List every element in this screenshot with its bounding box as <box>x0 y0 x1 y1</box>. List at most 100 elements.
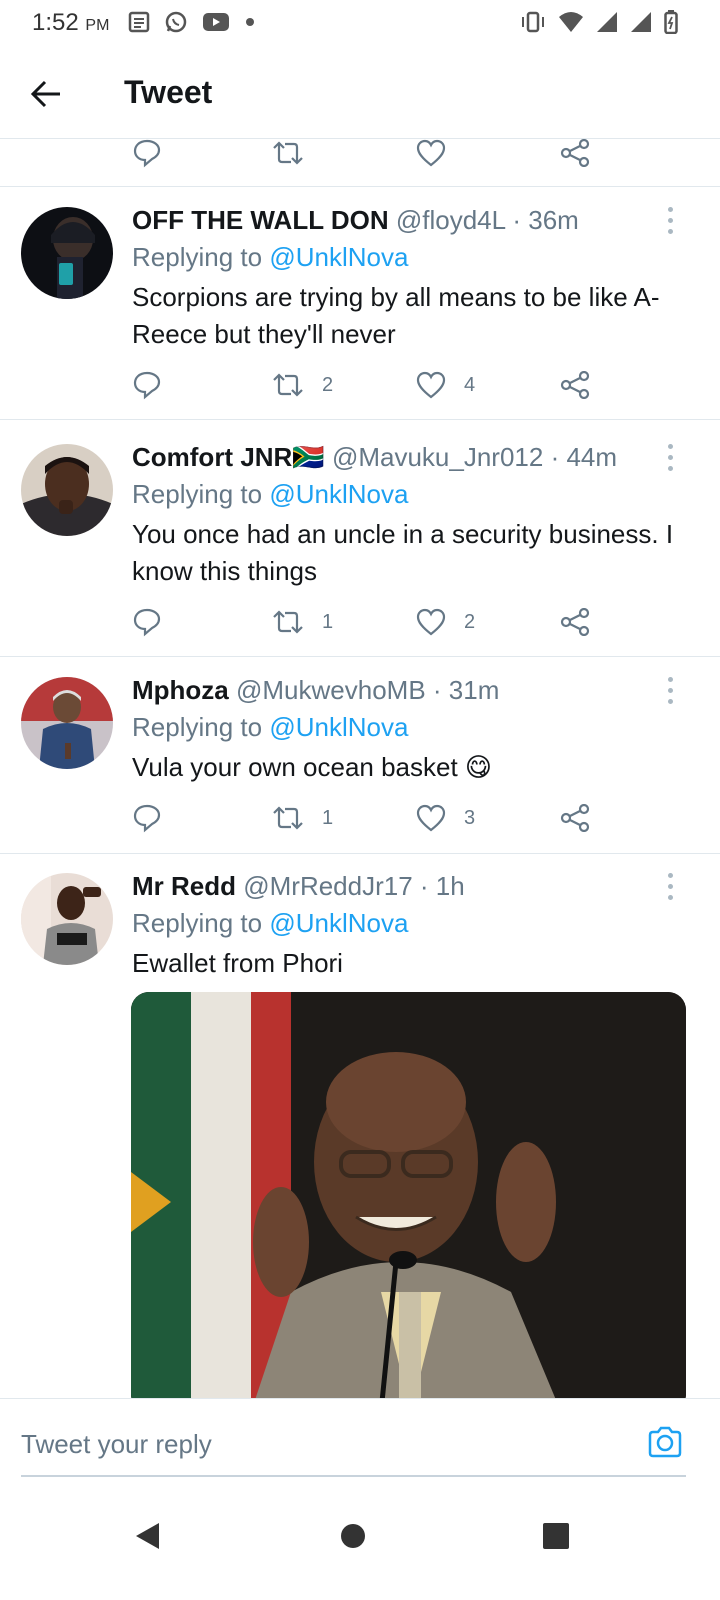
more-options-button[interactable] <box>658 203 682 237</box>
mention-link[interactable]: @UnklNova <box>269 242 408 272</box>
heart-icon <box>416 371 446 399</box>
tweet-text: Vula your own ocean basket 😋 <box>132 752 493 782</box>
display-name[interactable]: OFF THE WALL DON <box>132 205 389 235</box>
avatar[interactable] <box>21 873 113 965</box>
timestamp[interactable]: 31m <box>449 675 500 705</box>
retweet-count: 1 <box>322 806 334 829</box>
reply-tweet[interactable]: Mphoza @MukwevhoMB · 31m Replying to @Un… <box>0 673 720 853</box>
like-button[interactable]: 3 <box>416 798 475 838</box>
page-title: Tweet <box>124 74 213 110</box>
nav-back-button[interactable] <box>118 1506 178 1566</box>
wifi-icon <box>559 12 583 32</box>
like-button[interactable] <box>416 139 446 173</box>
tweet-text: Scorpions are trying by all means to be … <box>132 282 660 349</box>
retweet-count: 1 <box>322 610 334 633</box>
divider <box>0 186 720 187</box>
retweet-count: 2 <box>322 373 334 396</box>
like-count: 2 <box>464 610 476 633</box>
reply-button[interactable] <box>132 602 162 642</box>
heart-icon <box>416 608 446 636</box>
retweet-icon <box>273 610 303 634</box>
more-options-button[interactable] <box>658 440 682 474</box>
system-nav-bar <box>0 1478 720 1600</box>
like-count: 4 <box>464 373 476 396</box>
status-time: 1:52 PM <box>32 9 110 36</box>
action-row <box>132 139 680 173</box>
more-options-button[interactable] <box>658 869 682 903</box>
vibrate-icon <box>522 11 544 33</box>
reply-icon <box>133 371 161 400</box>
camera-button[interactable] <box>644 1421 686 1463</box>
avatar[interactable] <box>21 207 113 299</box>
handle[interactable]: @Mavuku_Jnr012 <box>332 442 543 472</box>
youtube-icon <box>203 13 229 31</box>
share-icon <box>560 804 590 832</box>
back-triangle-icon <box>136 1523 159 1549</box>
display-name[interactable]: Mr Redd <box>132 871 236 901</box>
reply-button[interactable] <box>132 365 162 405</box>
flag-emoji: 🇿🇦 <box>292 442 325 472</box>
recents-square-icon <box>543 1523 569 1549</box>
like-button[interactable]: 4 <box>416 365 475 405</box>
replying-to: Replying to @UnklNova <box>132 242 409 272</box>
battery-icon <box>664 10 678 34</box>
share-button[interactable] <box>560 602 590 642</box>
replying-to: Replying to @UnklNova <box>132 908 409 938</box>
reply-button[interactable] <box>132 798 162 838</box>
handle[interactable]: @MrReddJr17 <box>243 871 412 901</box>
action-row: 1 3 <box>132 798 680 838</box>
action-row: 1 2 <box>132 602 680 642</box>
display-name[interactable]: Comfort JNR <box>132 442 292 472</box>
share-button[interactable] <box>560 798 590 838</box>
retweet-icon <box>273 373 303 397</box>
reply-input[interactable] <box>21 1413 686 1477</box>
like-count: 3 <box>464 806 476 829</box>
timestamp[interactable]: 44m <box>566 442 617 472</box>
back-button[interactable] <box>26 74 66 114</box>
handle[interactable]: @MukwevhoMB <box>236 675 426 705</box>
timestamp[interactable]: 1h <box>436 871 465 901</box>
retweet-button[interactable]: 1 <box>272 798 333 838</box>
tweet-media-image[interactable] <box>131 992 686 1398</box>
reply-feed[interactable]: OFF THE WALL DON @floyd4L · 36m Replying… <box>0 139 720 1398</box>
share-icon <box>560 608 590 636</box>
share-button[interactable] <box>560 139 590 173</box>
app-bar: Tweet <box>0 46 720 139</box>
replying-to: Replying to @UnklNova <box>132 712 409 742</box>
whatsapp-icon <box>165 11 187 33</box>
arrow-left-icon <box>30 80 60 108</box>
like-button[interactable]: 2 <box>416 602 475 642</box>
reply-tweet[interactable]: Comfort JNR🇿🇦 @Mavuku_Jnr012 · 44m Reply… <box>0 440 720 656</box>
replying-to: Replying to @UnklNova <box>132 479 409 509</box>
divider <box>0 419 720 420</box>
handle[interactable]: @floyd4L <box>396 205 505 235</box>
avatar[interactable] <box>21 444 113 536</box>
retweet-button[interactable] <box>272 139 304 173</box>
avatar[interactable] <box>21 677 113 769</box>
action-row: 2 4 <box>132 365 680 405</box>
display-name[interactable]: Mphoza <box>132 675 229 705</box>
mention-link[interactable]: @UnklNova <box>269 908 408 938</box>
share-button[interactable] <box>560 365 590 405</box>
signal-icon <box>597 12 617 32</box>
retweet-button[interactable]: 1 <box>272 602 333 642</box>
reply-button[interactable] <box>132 139 162 173</box>
nav-recents-button[interactable] <box>526 1506 586 1566</box>
reply-icon <box>133 804 161 833</box>
retweet-icon <box>273 141 303 165</box>
share-icon <box>560 139 590 167</box>
more-options-button[interactable] <box>658 673 682 707</box>
retweet-icon <box>273 806 303 830</box>
nav-home-button[interactable] <box>323 1506 383 1566</box>
divider <box>0 656 720 657</box>
timestamp[interactable]: 36m <box>528 205 579 235</box>
status-bar: 1:52 PM <box>0 0 720 46</box>
share-icon <box>560 371 590 399</box>
reply-tweet[interactable]: OFF THE WALL DON @floyd4L · 36m Replying… <box>0 203 720 419</box>
mention-link[interactable]: @UnklNova <box>269 712 408 742</box>
mention-link[interactable]: @UnklNova <box>269 479 408 509</box>
heart-icon <box>416 139 446 167</box>
retweet-button[interactable]: 2 <box>272 365 333 405</box>
reply-composer <box>0 1398 720 1479</box>
reply-icon <box>133 139 161 168</box>
